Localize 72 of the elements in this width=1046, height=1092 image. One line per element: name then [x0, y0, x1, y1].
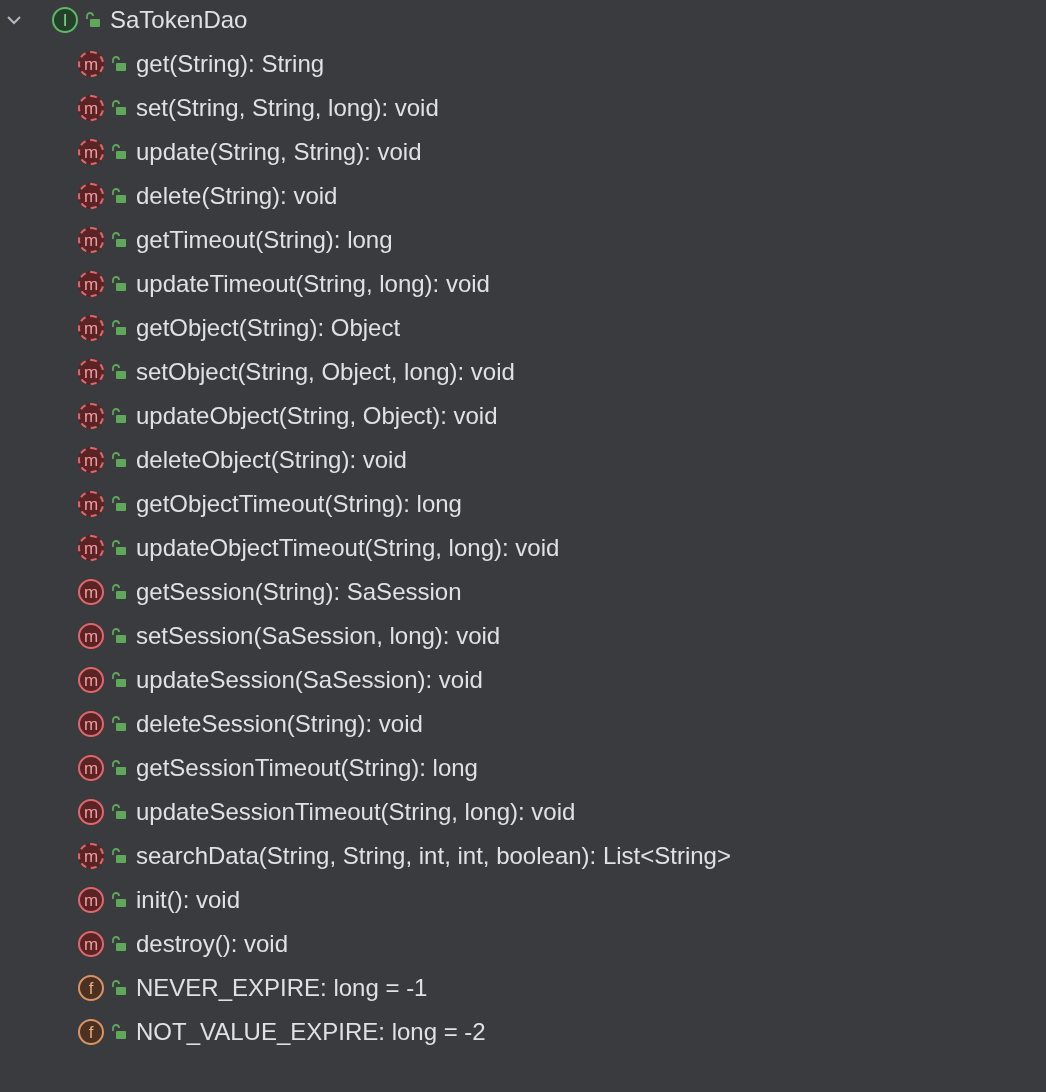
- abstract-method-icon: m: [78, 447, 104, 473]
- unlocked-icon: [112, 452, 126, 468]
- unlocked-icon: [112, 100, 126, 116]
- tree-item-label[interactable]: NEVER_EXPIRE: long = -1: [136, 970, 428, 1006]
- tree-item-label[interactable]: delete(String): void: [136, 178, 338, 214]
- abstract-method-icon: m: [78, 491, 104, 517]
- unlocked-icon: [112, 892, 126, 908]
- method-icon: m: [78, 667, 104, 693]
- tree-item-label[interactable]: getTimeout(String): long: [136, 222, 393, 258]
- abstract-method-icon: m: [78, 315, 104, 341]
- tree-item-label[interactable]: getSessionTimeout(String): long: [136, 750, 478, 786]
- tree-item-label[interactable]: get(String): String: [136, 46, 325, 82]
- abstract-method-icon: m: [78, 359, 104, 385]
- method-icon: m: [78, 755, 104, 781]
- unlocked-icon: [112, 364, 126, 380]
- tree-item-label[interactable]: deleteObject(String): void: [136, 442, 407, 478]
- field-icon: f: [78, 975, 104, 1001]
- tree-item-label[interactable]: destroy(): void: [136, 926, 289, 962]
- unlocked-icon: [112, 232, 126, 248]
- method-icon: m: [78, 711, 104, 737]
- abstract-method-icon: m: [78, 535, 104, 561]
- unlocked-icon: [112, 760, 126, 776]
- method-icon: m: [78, 887, 104, 913]
- unlocked-icon: [112, 980, 126, 996]
- tree-item-label[interactable]: getSession(String): SaSession: [136, 574, 462, 610]
- unlocked-icon: [112, 540, 126, 556]
- tree-item-label[interactable]: init(): void: [136, 882, 241, 918]
- unlocked-icon: [112, 716, 126, 732]
- method-icon: m: [78, 579, 104, 605]
- abstract-method-icon: m: [78, 95, 104, 121]
- unlocked-icon: [112, 936, 126, 952]
- tree-item-label[interactable]: searchData(String, String, int, int, boolean): List<String>: [136, 838, 731, 874]
- tree-item-label[interactable]: setSession(SaSession, long): void: [136, 618, 501, 654]
- abstract-method-icon: m: [78, 183, 104, 209]
- unlocked-icon: [112, 628, 126, 644]
- tree-item-label[interactable]: updateObjectTimeout(String, long): void: [136, 530, 560, 566]
- tree-item-label[interactable]: getObject(String): Object: [136, 310, 401, 346]
- unlocked-icon: [112, 496, 126, 512]
- unlocked-icon: [112, 276, 126, 292]
- abstract-method-icon: m: [78, 139, 104, 165]
- tree-item-label[interactable]: deleteSession(String): void: [136, 706, 423, 742]
- unlocked-icon: [112, 672, 126, 688]
- tree-item-label[interactable]: updateTimeout(String, long): void: [136, 266, 490, 302]
- abstract-method-icon: m: [78, 403, 104, 429]
- unlocked-icon: [112, 804, 126, 820]
- field-icon: f: [78, 1019, 104, 1045]
- interface-icon: I: [52, 7, 78, 33]
- unlocked-icon: [112, 320, 126, 336]
- tree-item-label[interactable]: updateSessionTimeout(String, long): void: [136, 794, 576, 830]
- abstract-method-icon: m: [78, 227, 104, 253]
- method-icon: m: [78, 799, 104, 825]
- tree-item-label[interactable]: updateObject(String, Object): void: [136, 398, 498, 434]
- tree-item-label[interactable]: setObject(String, Object, long): void: [136, 354, 515, 390]
- tree-item-label[interactable]: getObjectTimeout(String): long: [136, 486, 462, 522]
- tree-item-label[interactable]: updateSession(SaSession): void: [136, 662, 483, 698]
- tree-item-label[interactable]: SaTokenDao: [110, 2, 248, 38]
- abstract-method-icon: m: [78, 271, 104, 297]
- unlocked-icon: [112, 1024, 126, 1040]
- tree-item-label[interactable]: NOT_VALUE_EXPIRE: long = -2: [136, 1014, 486, 1050]
- unlocked-icon: [112, 848, 126, 864]
- abstract-method-icon: m: [78, 51, 104, 77]
- unlocked-icon: [112, 408, 126, 424]
- method-icon: m: [78, 623, 104, 649]
- tree-item-label[interactable]: set(String, String, long): void: [136, 90, 439, 126]
- unlocked-icon: [86, 12, 100, 28]
- unlocked-icon: [112, 144, 126, 160]
- tree-item-label[interactable]: update(String, String): void: [136, 134, 422, 170]
- unlocked-icon: [112, 56, 126, 72]
- unlocked-icon: [112, 188, 126, 204]
- abstract-method-icon: m: [78, 843, 104, 869]
- method-icon: m: [78, 931, 104, 957]
- unlocked-icon: [112, 584, 126, 600]
